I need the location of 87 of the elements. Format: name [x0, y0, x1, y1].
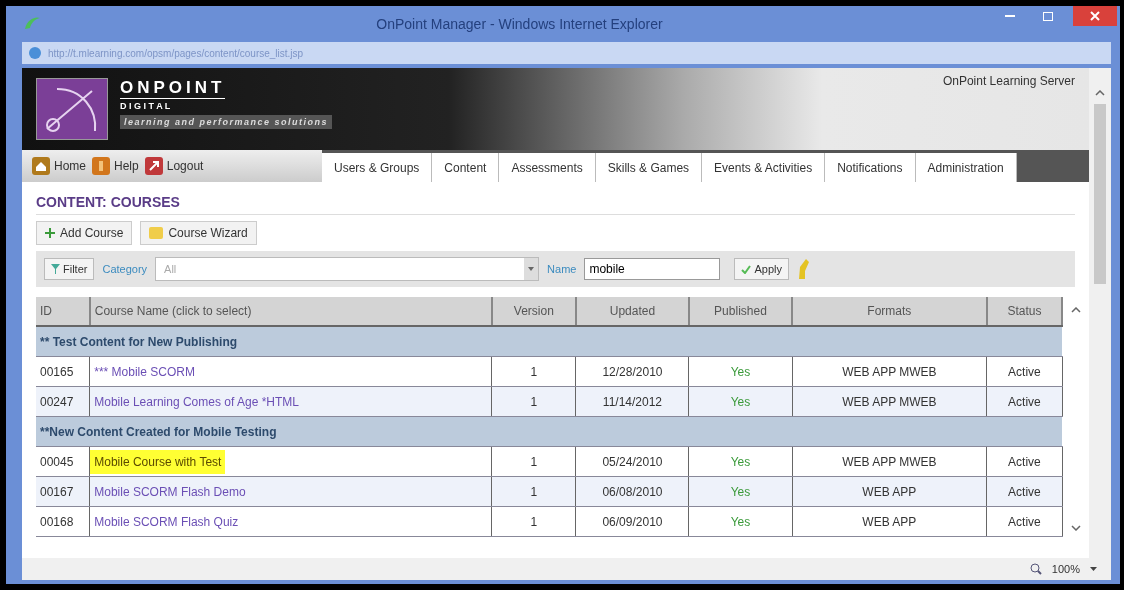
close-button[interactable] [1073, 6, 1117, 26]
nav-tab[interactable]: Notifications [825, 153, 916, 182]
scroll-up-icon[interactable] [1071, 307, 1081, 313]
add-course-button[interactable]: Add Course [36, 221, 133, 245]
column-header[interactable]: Published [688, 297, 792, 326]
table-cell: 1 [491, 356, 576, 387]
column-header[interactable]: Version [491, 297, 576, 326]
table-cell: 00045 [36, 446, 90, 477]
column-header[interactable]: Status [986, 297, 1063, 326]
table-cell: WEB APP [792, 506, 987, 537]
nav-tab[interactable]: Skills & Games [595, 153, 703, 182]
nav-tab[interactable]: Events & Activities [702, 153, 826, 182]
course-link[interactable]: *** Mobile SCORM [90, 359, 199, 384]
brand-tagline: learning and performance solutions [120, 115, 333, 129]
name-label: Name [547, 263, 577, 275]
published-value: Yes [730, 364, 751, 379]
minimize-icon [1005, 15, 1015, 17]
page-heading: CONTENT: COURSES [36, 194, 1075, 215]
filter-button[interactable]: Filter [44, 258, 95, 280]
table-cell: 12/28/2010 [575, 356, 689, 387]
table-cell: Active [986, 506, 1063, 537]
exit-icon [144, 157, 163, 175]
group-header: **New Content Created for Mobile Testing [36, 416, 1063, 447]
close-icon [1090, 11, 1100, 21]
table-cell: 00167 [36, 476, 90, 507]
scrollbar-thumb[interactable] [1094, 104, 1106, 284]
table-cell: Active [986, 386, 1063, 417]
zoom-level[interactable]: 100% [1051, 563, 1080, 575]
table-cell: 06/08/2010 [575, 476, 689, 507]
table-cell: 1 [491, 506, 576, 537]
group-header: ** Test Content for New Publishing [36, 326, 1063, 357]
table-cell: 1 [491, 446, 576, 477]
address-text: http://t.mlearning.com/opsm/pages/content/course_list.jsp [48, 47, 304, 59]
table-cell: Active [986, 356, 1063, 387]
name-field[interactable]: mobile [584, 258, 721, 280]
table-cell: 00247 [36, 386, 90, 417]
nav-tab[interactable]: Content [432, 153, 500, 182]
published-value: Yes [730, 394, 751, 409]
table-cell: 00165 [36, 356, 90, 387]
table-cell: WEB APP MWEB [792, 446, 987, 477]
column-header[interactable]: Formats [792, 297, 987, 326]
caret-icon [528, 267, 535, 271]
brand-name: ONPOINT [120, 78, 226, 99]
column-header[interactable]: ID [36, 297, 90, 326]
published-value: Yes [730, 514, 751, 529]
course-link[interactable]: Mobile Course with Test [90, 449, 226, 474]
house-icon [32, 157, 50, 175]
scroll-down-icon[interactable] [1071, 525, 1081, 531]
table-cell: WEB APP [792, 476, 987, 507]
table-cell: 1 [491, 386, 576, 417]
scrollbar[interactable] [1089, 68, 1111, 558]
table-cell: 00168 [36, 506, 90, 537]
maximize-icon [1043, 11, 1053, 21]
window-title: OnPoint Manager - Windows Internet Explorer [375, 16, 664, 32]
nav-tab[interactable]: Assessments [499, 153, 596, 182]
zoom-icon [1029, 563, 1042, 575]
table-cell: Active [986, 476, 1063, 507]
scroll-up-icon[interactable] [1095, 90, 1105, 96]
help-icon [92, 157, 110, 175]
table-cell: 05/24/2010 [575, 446, 689, 477]
table-cell: 11/14/2012 [575, 386, 689, 417]
nav-link[interactable]: Logout [144, 157, 204, 175]
table-cell: WEB APP MWEB [792, 386, 987, 417]
nav-tab[interactable]: Users & Groups [322, 153, 433, 182]
nav-tab[interactable]: Administration [915, 153, 1017, 182]
column-header[interactable]: Course Name (click to select) [89, 297, 492, 326]
table-cell: 06/09/2010 [575, 506, 689, 537]
category-label: Category [102, 263, 148, 275]
plus-icon [45, 228, 55, 238]
check-icon [741, 264, 752, 274]
page-icon [28, 46, 42, 60]
column-header[interactable]: Updated [575, 297, 689, 326]
brand-subtitle: D I G I T A L [120, 101, 172, 111]
table-cell: 1 [491, 476, 576, 507]
course-link[interactable]: Mobile SCORM Flash Quiz [90, 509, 243, 534]
logo-icon [36, 78, 108, 140]
table-cell: WEB APP MWEB [792, 356, 987, 387]
course-wizard-button[interactable]: Course Wizard [140, 221, 257, 245]
nav-link[interactable]: Home [32, 157, 86, 175]
nav-link[interactable]: Help [92, 157, 139, 175]
published-value: Yes [730, 454, 751, 469]
funnel-icon [51, 264, 60, 274]
apply-button[interactable]: Apply [734, 258, 789, 280]
caret-icon[interactable] [1090, 567, 1097, 571]
table-cell: Active [986, 446, 1063, 477]
server-name: OnPoint Learning Server [942, 74, 1075, 88]
published-value: Yes [730, 484, 751, 499]
